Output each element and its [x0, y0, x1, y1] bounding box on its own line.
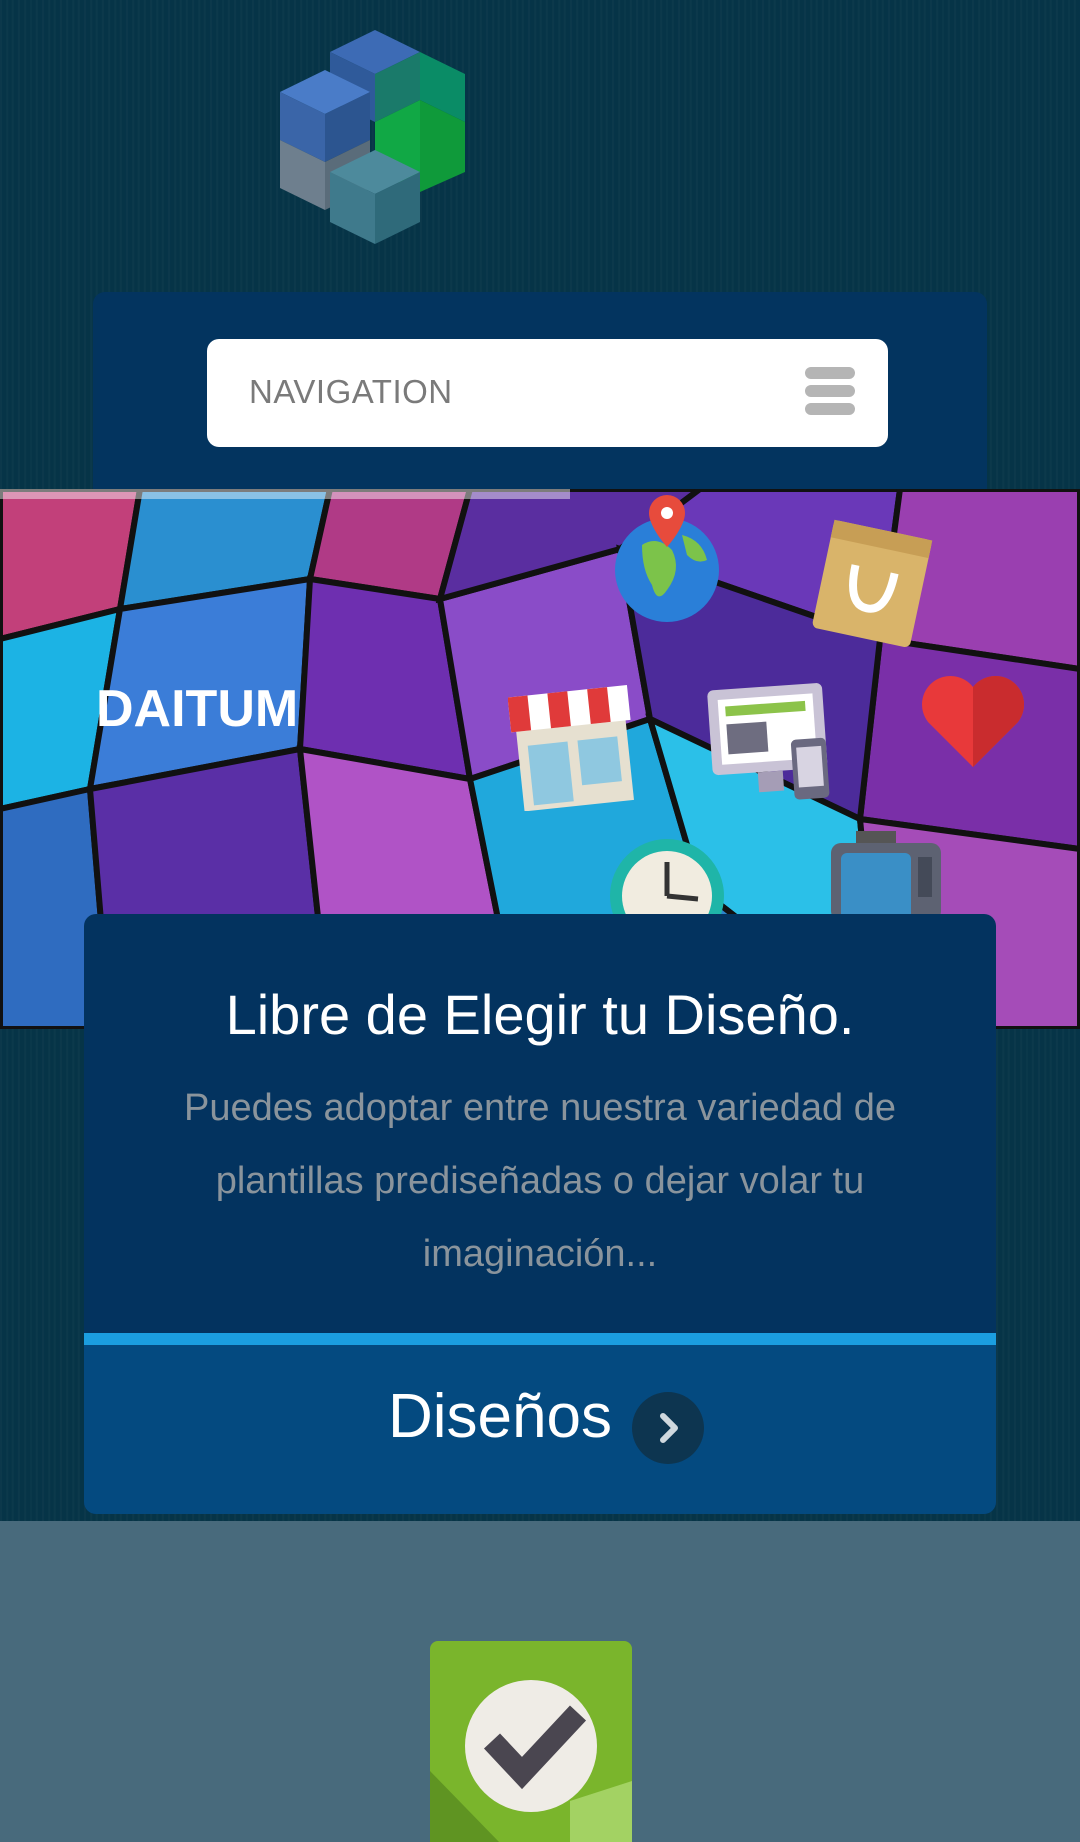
- cube-logo-icon[interactable]: [270, 22, 480, 252]
- checkmark-badge-icon: [430, 1641, 632, 1842]
- hero-progress-bar: [0, 489, 570, 499]
- hero-title: DAITUM: [96, 680, 299, 738]
- storefront-icon: [508, 685, 634, 811]
- hamburger-menu-icon[interactable]: [805, 367, 857, 419]
- feature-card: Libre de Elegir tu Diseño. Puedes adopta…: [84, 914, 996, 1514]
- card-title: Libre de Elegir tu Diseño.: [225, 983, 855, 1046]
- card-description: Puedes adoptar entre nuestra variedad de…: [184, 1087, 896, 1275]
- shopping-bag-icon: [812, 519, 933, 647]
- tv-icon: [831, 831, 941, 921]
- navigation-toggle[interactable]: NAVIGATION: [207, 339, 888, 447]
- clock-icon: [610, 839, 724, 917]
- globe-pin-icon: [615, 495, 719, 622]
- devices-icon: [707, 683, 830, 800]
- lower-section: [0, 1521, 1080, 1842]
- designs-button-label: Diseños: [388, 1382, 612, 1451]
- heart-icon: [922, 676, 1024, 767]
- chevron-right-icon[interactable]: [632, 1392, 704, 1464]
- card-accent-bar: [84, 1333, 996, 1345]
- designs-button[interactable]: Diseños: [84, 1345, 996, 1514]
- navigation-label: NAVIGATION: [249, 373, 453, 410]
